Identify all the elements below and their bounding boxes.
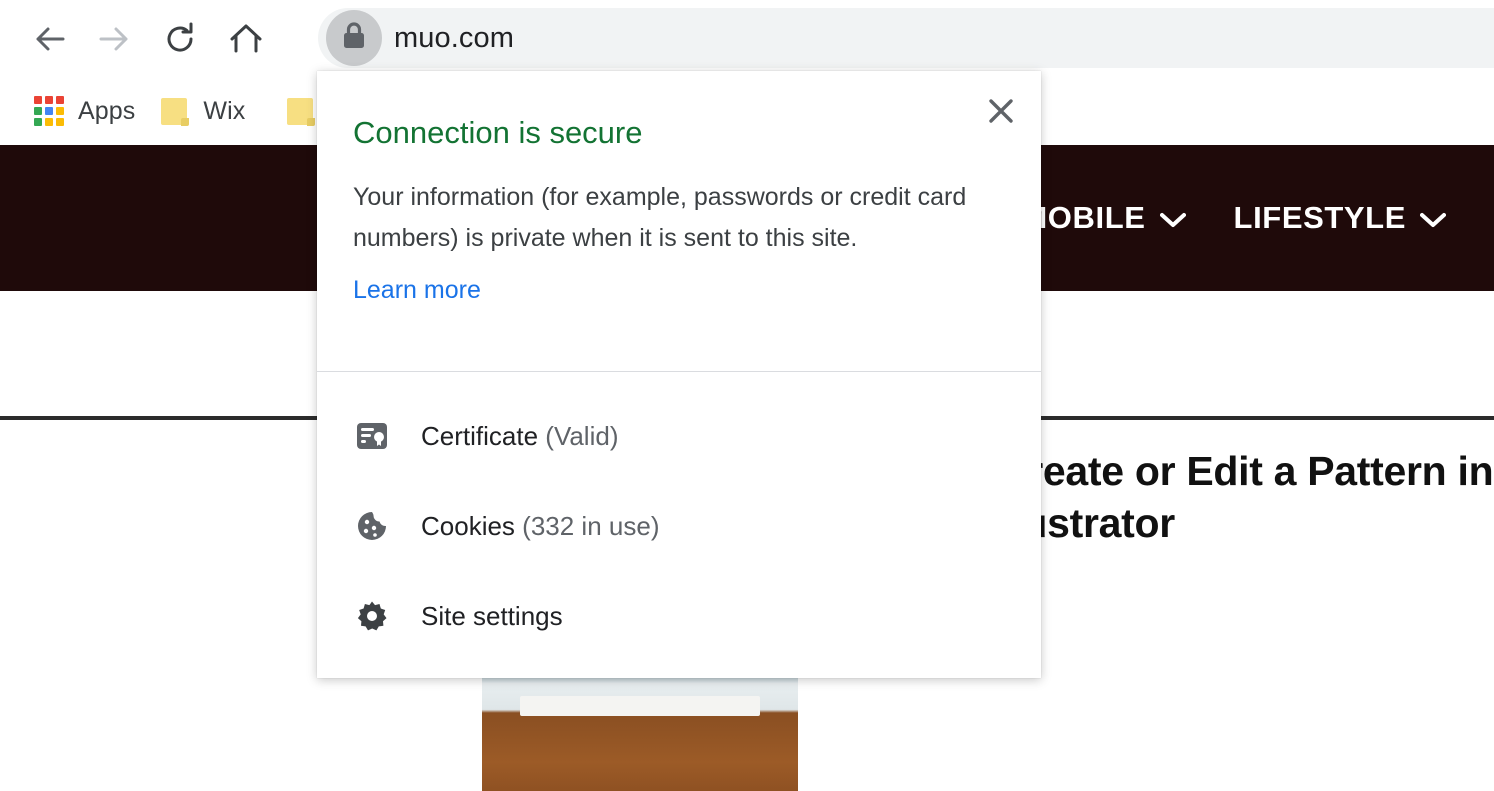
- popup-actions-list: Certificate (Valid) Cookies (332 in use): [317, 391, 1041, 661]
- site-information-popup: Connection is secure Your information (f…: [317, 71, 1041, 678]
- popup-row-cookies[interactable]: Cookies (332 in use): [317, 481, 1041, 571]
- browser-toolbar: muo.com: [0, 0, 1494, 77]
- back-button[interactable]: [22, 11, 78, 67]
- forward-button: [86, 11, 142, 67]
- popup-summary-section: Connection is secure Your information (f…: [317, 71, 1041, 305]
- home-button[interactable]: [218, 11, 274, 67]
- chevron-down-icon: [1420, 200, 1446, 236]
- site-settings-row-label: Site settings: [421, 600, 563, 631]
- address-bar[interactable]: muo.com: [318, 8, 1494, 68]
- site-info-lock-button[interactable]: [326, 10, 382, 66]
- bookmark-item-apps[interactable]: Apps: [24, 87, 145, 135]
- cookie-icon: [355, 509, 389, 543]
- learn-more-link[interactable]: Learn more: [353, 276, 481, 305]
- chevron-down-icon: [1159, 200, 1186, 236]
- forward-arrow-icon: [95, 20, 133, 58]
- home-icon: [227, 20, 265, 58]
- folder-icon: [161, 96, 190, 126]
- bookmark-item-wix[interactable]: Wix: [151, 87, 255, 135]
- popup-row-site-settings[interactable]: Site settings: [317, 571, 1041, 661]
- close-button[interactable]: [977, 89, 1025, 137]
- bookmark-label-wix: Wix: [203, 96, 246, 125]
- site-nav-item-lifestyle[interactable]: LIFESTYLE: [1234, 200, 1446, 236]
- connection-status-description: Your information (for example, passwords…: [353, 183, 967, 252]
- site-nav-label-lifestyle: LIFESTYLE: [1233, 200, 1406, 235]
- certificate-icon: [355, 419, 389, 453]
- lock-icon: [339, 20, 369, 57]
- cookies-count-text: (332 in use): [522, 510, 660, 541]
- certificate-label-text: Certificate: [421, 420, 539, 451]
- cookies-label-text: Cookies: [421, 510, 515, 541]
- certificate-row-label: Certificate (Valid): [421, 421, 618, 452]
- address-bar-url: muo.com: [394, 21, 514, 54]
- reload-button[interactable]: [152, 11, 208, 67]
- site-nav-item-mobile[interactable]: MOBILE: [1021, 200, 1186, 236]
- close-icon: [986, 96, 1016, 131]
- back-arrow-icon: [31, 20, 69, 58]
- apps-grid-icon: [34, 96, 64, 126]
- popup-divider: [317, 371, 1041, 372]
- connection-status-heading: Connection is secure: [353, 115, 643, 150]
- cookies-row-label: Cookies (332 in use): [421, 511, 659, 542]
- reload-icon: [161, 20, 199, 58]
- gear-icon: [355, 599, 389, 633]
- bookmark-label-apps: Apps: [78, 96, 136, 125]
- certificate-status-text: (Valid): [545, 420, 619, 451]
- popup-row-certificate[interactable]: Certificate (Valid): [317, 391, 1041, 481]
- folder-icon: [287, 96, 316, 126]
